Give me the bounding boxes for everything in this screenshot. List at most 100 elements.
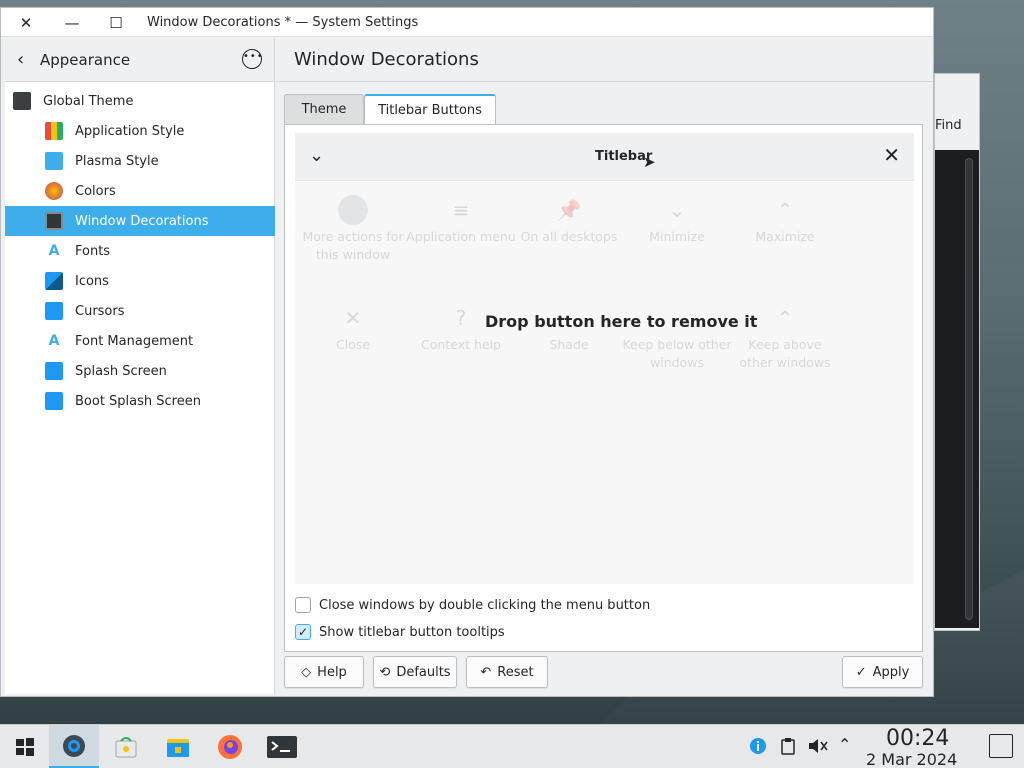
button-more-actions[interactable]: More actions for this window xyxy=(298,192,408,264)
sidebar-item-application-style[interactable]: Application Style xyxy=(5,116,275,146)
page-title: Window Decorations xyxy=(294,49,479,70)
more-options-icon[interactable]: ••• xyxy=(242,49,263,69)
help-icon: ◇ xyxy=(301,664,312,680)
window-maximize-button[interactable]: ☐ xyxy=(105,12,127,34)
sidebar-item-splash-screen[interactable]: Splash Screen xyxy=(5,356,275,386)
sidebar-item-font-management[interactable]: A Font Management xyxy=(5,326,275,356)
minimize-icon: — xyxy=(64,14,80,32)
option-label: Show titlebar button tooltips xyxy=(319,624,505,640)
show-desktop-button[interactable] xyxy=(989,734,1013,758)
system-settings-icon xyxy=(63,734,85,757)
plasma-style-icon xyxy=(45,152,63,170)
checkbox-close-double-click[interactable] xyxy=(295,597,311,613)
reset-icon: ↶ xyxy=(480,664,492,680)
mouse-cursor-icon: ➤ xyxy=(643,153,656,171)
icons-icon xyxy=(45,272,63,290)
button-minimize[interactable]: ⌄ Minimize xyxy=(622,192,732,246)
sidebar-item-fonts[interactable]: A Fonts xyxy=(5,236,275,266)
reset-button[interactable]: ↶ Reset xyxy=(466,656,548,688)
sidebar-item-label: Cursors xyxy=(75,303,125,319)
terminal-area[interactable] xyxy=(935,150,979,628)
tab-titlebar-buttons[interactable]: Titlebar Buttons xyxy=(364,94,496,125)
titlebar-buttons-panel: ⌄ Titlebar ➤ ✕ More actions for this win… xyxy=(284,124,923,652)
tab-theme[interactable]: Theme xyxy=(284,94,364,124)
window-minimize-button[interactable]: — xyxy=(61,12,83,34)
volume-muted-icon[interactable] xyxy=(807,737,829,759)
maximize-icon: ☐ xyxy=(109,14,123,32)
sidebar-header: ‹ Appearance ••• xyxy=(5,38,274,82)
sidebar-item-label: Window Decorations xyxy=(75,213,209,229)
button-keep-below[interactable]: Keep below other windows xyxy=(622,300,732,372)
info-icon[interactable] xyxy=(749,737,767,759)
clock-time[interactable]: 00:24 xyxy=(886,726,949,751)
task-discover[interactable] xyxy=(101,725,151,768)
content-area: Window Decorations Theme Titlebar Button… xyxy=(276,38,932,694)
sidebar-title: Appearance xyxy=(40,51,131,69)
apply-button[interactable]: ✓ Apply xyxy=(842,656,923,688)
background-window[interactable]: Find xyxy=(934,73,980,631)
firefox-icon xyxy=(218,735,242,759)
sidebar-item-global-theme[interactable]: Global Theme xyxy=(5,86,275,116)
cursors-icon xyxy=(45,302,63,320)
task-firefox[interactable] xyxy=(205,725,255,768)
pin-icon: 📌 xyxy=(556,198,582,222)
button-on-all-desktops[interactable]: 📌 On all desktops xyxy=(514,192,624,246)
terminal-icon xyxy=(267,736,297,758)
more-actions-icon xyxy=(338,195,368,225)
clipboard-icon[interactable] xyxy=(779,737,797,759)
help-button[interactable]: ◇ Help xyxy=(284,656,364,688)
option-show-tooltips[interactable]: ✓ Show titlebar button tooltips xyxy=(295,624,505,640)
sidebar-item-cursors[interactable]: Cursors xyxy=(5,296,275,326)
sidebar-item-label: Plasma Style xyxy=(75,153,159,169)
task-system-settings[interactable] xyxy=(49,725,99,768)
task-terminal[interactable] xyxy=(257,725,307,768)
close-icon[interactable]: ✕ xyxy=(883,143,900,167)
button-maximize[interactable]: ⌃ Maximize xyxy=(730,192,840,246)
sidebar-item-label: Colors xyxy=(75,183,116,199)
checkbox-show-tooltips[interactable]: ✓ xyxy=(295,624,311,640)
terminal-scrollbar[interactable] xyxy=(965,158,973,620)
sidebar-item-colors[interactable]: Colors xyxy=(5,176,275,206)
system-settings-window: ✕ — ☐ Window Decorations * — System Sett… xyxy=(0,7,934,697)
window-close-button[interactable]: ✕ xyxy=(15,12,37,34)
fonts-icon: A xyxy=(45,242,63,260)
splash-screen-icon xyxy=(45,362,63,380)
defaults-icon: ⟲ xyxy=(379,664,391,680)
font-management-icon: A xyxy=(45,332,63,350)
find-label[interactable]: Find xyxy=(935,118,962,133)
global-theme-icon xyxy=(13,92,31,110)
sidebar-item-label: Application Style xyxy=(75,123,185,139)
window-title: Window Decorations * — System Settings xyxy=(147,15,419,30)
window-titlebar[interactable]: ✕ — ☐ Window Decorations * — System Sett… xyxy=(1,8,933,37)
available-buttons-area[interactable]: More actions for this window ≡ Applicati… xyxy=(295,182,914,584)
sidebar-item-plasma-style[interactable]: Plasma Style xyxy=(5,146,275,176)
sidebar-item-label: Fonts xyxy=(75,243,111,259)
window-decorations-icon xyxy=(45,212,63,230)
sidebar-item-label: Boot Splash Screen xyxy=(75,393,201,409)
sidebar: ‹ Appearance ••• Global Theme Applicatio… xyxy=(5,38,275,694)
close-icon: ✕ xyxy=(19,14,33,32)
back-icon[interactable]: ‹ xyxy=(17,49,24,70)
sidebar-item-icons[interactable]: Icons xyxy=(5,266,275,296)
taskbar: ⌃ 00:24 2 Mar 2024 xyxy=(0,724,1024,768)
sidebar-item-window-decorations[interactable]: Window Decorations xyxy=(5,206,275,236)
defaults-button[interactable]: ⟲ Defaults xyxy=(373,656,457,688)
sidebar-item-label: Icons xyxy=(75,273,109,289)
drop-hint: Drop button here to remove it xyxy=(485,312,758,331)
task-file-manager[interactable] xyxy=(153,725,203,768)
chevron-down-icon[interactable]: ⌄ xyxy=(309,145,324,166)
application-launcher-button[interactable] xyxy=(0,725,50,768)
titlebar-preview[interactable]: ⌄ Titlebar ➤ ✕ xyxy=(295,133,914,181)
maximize-icon: ⌃ xyxy=(776,198,794,222)
folder-icon xyxy=(167,739,189,757)
tab-label: Theme xyxy=(301,102,347,117)
boot-splash-screen-icon xyxy=(45,392,63,410)
button-application-menu[interactable]: ≡ Application menu xyxy=(406,192,516,246)
clock-date[interactable]: 2 Mar 2024 xyxy=(866,750,957,768)
option-close-double-click[interactable]: Close windows by double clicking the men… xyxy=(295,597,650,613)
chevron-up-icon[interactable]: ⌃ xyxy=(838,735,851,754)
button-close[interactable]: ✕ Close xyxy=(298,300,408,354)
button-keep-above[interactable]: ⌃ Keep above other windows xyxy=(730,300,840,372)
sidebar-item-boot-splash-screen[interactable]: Boot Splash Screen xyxy=(5,386,275,416)
application-menu-icon: ≡ xyxy=(452,198,470,222)
